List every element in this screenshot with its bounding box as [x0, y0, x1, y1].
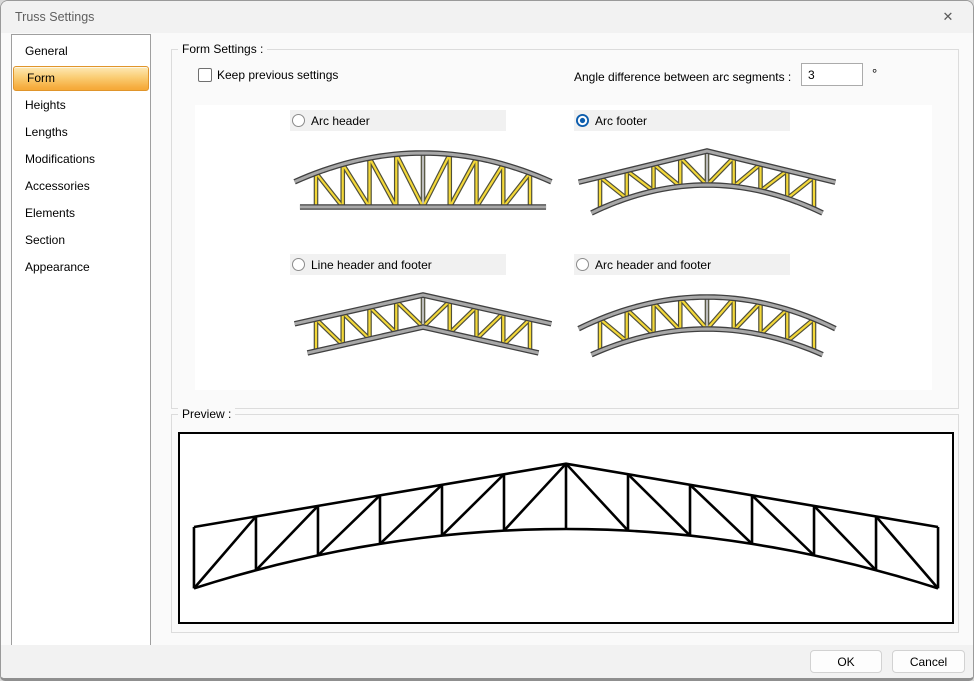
sidebar-item-form[interactable]: Form: [13, 66, 149, 91]
sidebar-item-modifications[interactable]: Modifications: [12, 146, 150, 173]
angle-difference-input[interactable]: [801, 63, 863, 86]
sidebar: GeneralFormHeightsLengthsModificationsAc…: [11, 34, 151, 649]
angle-difference-label: Angle difference between arc segments :: [574, 70, 791, 84]
form-settings-group-label: Form Settings :: [178, 42, 267, 56]
sidebar-item-elements[interactable]: Elements: [12, 200, 150, 227]
sidebar-item-appearance[interactable]: Appearance: [12, 254, 150, 281]
form-settings-group: Form Settings : Keep previous settings A…: [171, 49, 959, 409]
radio-arc-header[interactable]: [292, 114, 305, 127]
ok-button[interactable]: OK: [810, 650, 882, 673]
radio-arc-footer[interactable]: [576, 114, 589, 127]
keep-previous-settings-label: Keep previous settings: [217, 68, 338, 82]
degree-unit-label: °: [872, 66, 877, 81]
main-panel: Form Settings : Keep previous settings A…: [171, 34, 959, 649]
truss-settings-dialog: Truss Settings ✕ GeneralFormHeightsLengt…: [0, 0, 974, 681]
line-header-footer-truss-image: [290, 283, 556, 363]
sidebar-item-accessories[interactable]: Accessories: [12, 173, 150, 200]
preview-canvas: [178, 432, 954, 624]
close-button[interactable]: ✕: [931, 3, 965, 31]
radio-row-arc-header[interactable]: Arc header: [290, 110, 506, 131]
keep-previous-settings-checkbox-row[interactable]: Keep previous settings: [198, 68, 338, 82]
close-icon: ✕: [943, 9, 954, 25]
option-arc-header: Arc header: [290, 110, 560, 219]
preview-group-label: Preview :: [178, 407, 235, 421]
radio-label-arc-footer: Arc footer: [595, 114, 647, 128]
window-title: Truss Settings: [15, 10, 94, 24]
option-arc-header-and-footer: Arc header and footer: [574, 254, 844, 363]
radio-arc-header-and-footer[interactable]: [576, 258, 589, 271]
sidebar-item-section[interactable]: Section: [12, 227, 150, 254]
footer-bar: OK Cancel: [1, 645, 973, 678]
radio-row-arc-header-and-footer[interactable]: Arc header and footer: [574, 254, 790, 275]
sidebar-item-lengths[interactable]: Lengths: [12, 119, 150, 146]
preview-group: Preview :: [171, 414, 959, 633]
cancel-button[interactable]: Cancel: [892, 650, 965, 673]
radio-label-line-header-and-footer: Line header and footer: [311, 258, 432, 272]
preview-truss-image: [180, 434, 952, 622]
truss-form-options-panel: Arc header Arc footer Line header and foot…: [195, 105, 932, 390]
arc-header-truss-image: [290, 139, 556, 219]
titlebar: Truss Settings ✕: [1, 1, 973, 33]
radio-row-arc-footer[interactable]: Arc footer: [574, 110, 790, 131]
option-arc-footer: Arc footer: [574, 110, 844, 219]
sidebar-item-general[interactable]: General: [12, 38, 150, 65]
arc-header-footer-truss-image: [574, 283, 840, 363]
sidebar-item-heights[interactable]: Heights: [12, 92, 150, 119]
keep-previous-settings-checkbox[interactable]: [198, 68, 212, 82]
option-line-header-and-footer: Line header and footer: [290, 254, 560, 363]
radio-line-header-and-footer[interactable]: [292, 258, 305, 271]
radio-label-arc-header-and-footer: Arc header and footer: [595, 258, 711, 272]
radio-row-line-header-and-footer[interactable]: Line header and footer: [290, 254, 506, 275]
arc-footer-truss-image: [574, 139, 840, 219]
radio-label-arc-header: Arc header: [311, 114, 370, 128]
